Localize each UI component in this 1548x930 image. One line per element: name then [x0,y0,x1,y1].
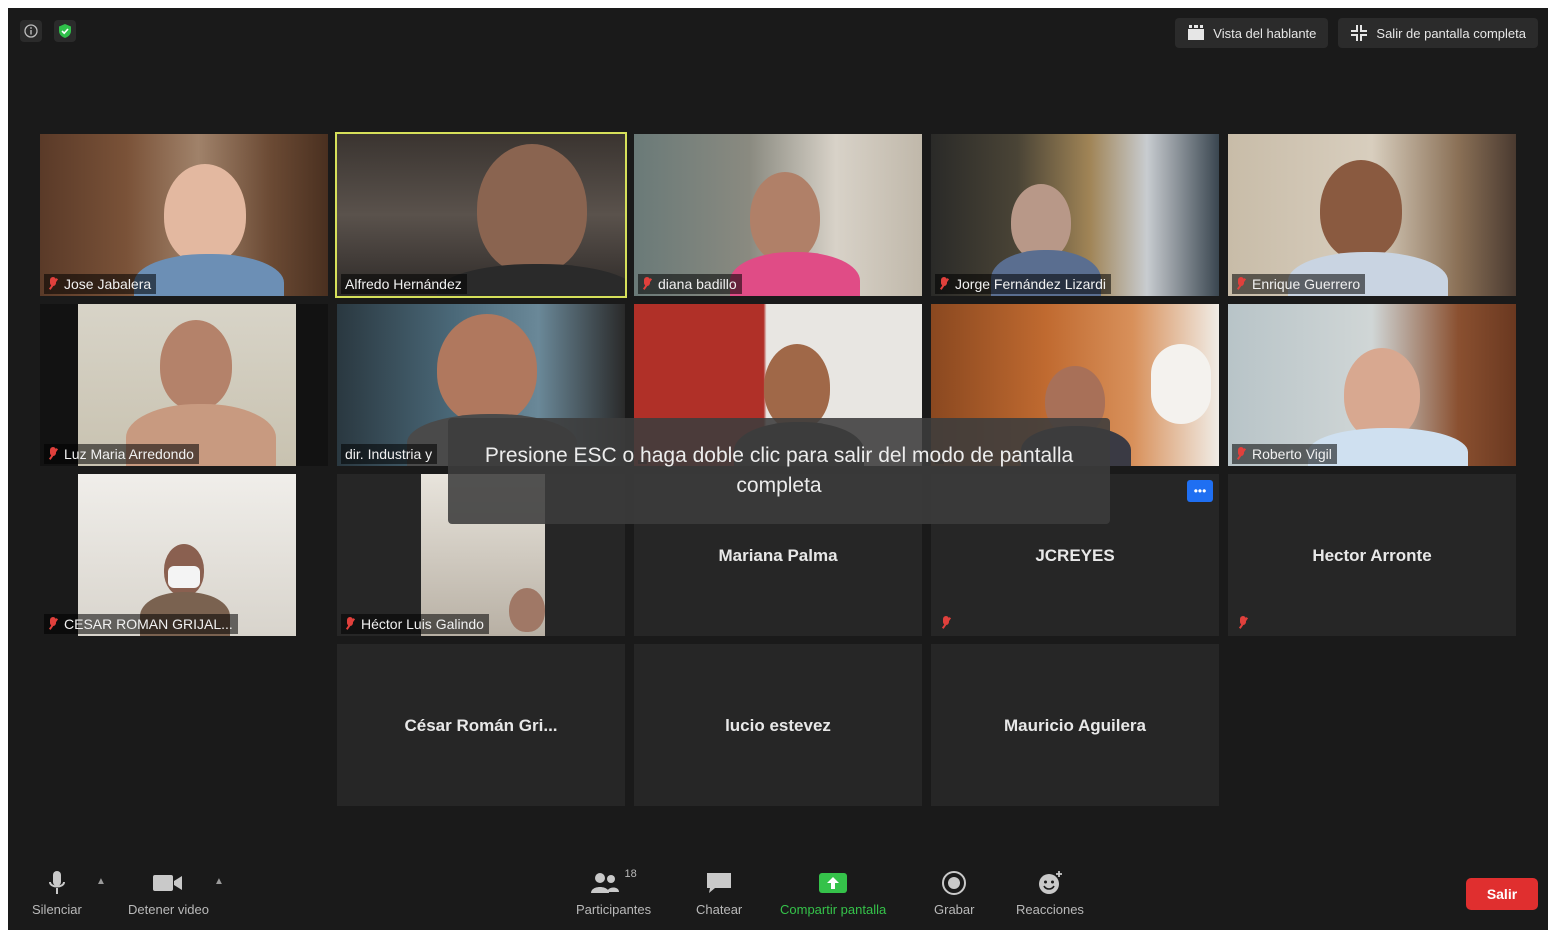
fullscreen-exit-toast: Presione ESC o haga doble clic para sali… [448,418,1110,524]
speaker-view-icon [1188,25,1205,40]
muted-mic-icon [642,277,652,291]
participant-name: Mariana Palma [718,546,838,565]
security-shield-icon[interactable] [54,20,76,42]
video-tile[interactable]: CESAR ROMAN GRIJAL... [40,474,328,636]
participant-name: JCREYES [1035,546,1115,565]
participants-label: Participantes [576,902,652,917]
participant-name: Héctor Luis Galindo [361,616,484,632]
participant-name-label: Jorge Fernández Lizardi [935,274,1111,294]
video-tile[interactable]: Jorge Fernández Lizardi [931,134,1219,296]
chat-button[interactable]: Chatear [696,868,742,917]
exit-fullscreen-button[interactable]: Salir de pantalla completa [1338,18,1538,48]
video-tile[interactable]: Roberto Vigil [1228,304,1516,466]
participant-tile[interactable]: Mauricio Aguilera [931,644,1219,806]
muted-mic-icon [941,616,951,630]
muted-mic-icon [345,617,355,631]
participant-name-label: Jose Jabalera [44,274,157,294]
muted-mic-icon [1236,447,1246,461]
stop-video-button[interactable]: Detener video [128,868,209,917]
muted-mic-icon [48,277,58,291]
video-tile[interactable]: Enrique Guerrero [1228,134,1516,296]
video-tile-active-speaker[interactable]: Alfredo Hernández [335,132,627,298]
participant-name-label: CESAR ROMAN GRIJAL... [44,614,238,634]
meeting-window: Vista del hablante Salir de pantalla com… [8,8,1548,930]
participant-name: Mauricio Aguilera [1003,716,1146,735]
top-right-controls: Vista del hablante Salir de pantalla com… [1175,18,1538,48]
participant-name: diana badillo [658,276,737,292]
speaker-view-label: Vista del hablante [1213,25,1317,41]
participant-name: dir. Industria y [345,446,433,462]
muted-mic-icon [939,277,949,291]
participants-button[interactable]: 18 Participantes [576,868,651,917]
more-options-button[interactable]: ••• [1187,480,1213,502]
video-tile[interactable]: Jose Jabalera [40,134,328,296]
participant-name: Enrique Guerrero [1252,276,1361,292]
audio-options-caret-icon[interactable]: ▲ [96,876,106,887]
participant-name: lucio estevez [725,716,831,735]
top-left-icons [20,20,76,42]
microphone-icon [48,871,65,894]
mute-button[interactable]: Silenciar [32,868,82,917]
muted-mic-icon [1238,616,1248,630]
participant-name: César Román Gri... [404,716,558,735]
participant-name: Jose Jabalera [64,276,152,292]
participant-name-label: Héctor Luis Galindo [341,614,489,634]
chat-bubble-icon [707,873,732,893]
participant-name-label: diana badillo [638,274,742,294]
muted-mic-icon [48,617,58,631]
share-screen-button[interactable]: Compartir pantalla [780,868,886,917]
share-screen-label: Compartir pantalla [780,902,887,917]
leave-label: Salir [1486,886,1518,902]
video-camera-icon [153,875,183,891]
reactions-button[interactable]: Reacciones [1016,868,1084,917]
video-tile[interactable]: diana badillo [634,134,922,296]
muted-mic-icon [48,447,58,461]
reactions-smiley-icon [1038,871,1062,894]
participant-name-label: dir. Industria y [341,444,438,464]
exit-fullscreen-label: Salir de pantalla completa [1376,25,1526,41]
participant-name: Jorge Fernández Lizardi [955,276,1106,292]
record-label: Grabar [934,902,975,917]
participant-name: Alfredo Hernández [345,276,462,292]
stop-video-label: Detener video [128,902,209,917]
video-options-caret-icon[interactable]: ▲ [214,876,224,887]
participant-name: Roberto Vigil [1252,446,1332,462]
video-tile[interactable]: Luz Maria Arredondo [40,304,328,466]
speaker-view-button[interactable]: Vista del hablante [1175,18,1329,48]
face-mask [168,566,200,588]
participant-name-label: Alfredo Hernández [341,274,467,294]
participant-name: CESAR ROMAN GRIJAL... [64,616,233,632]
participants-icon [591,873,620,893]
participant-tile[interactable]: lucio estevez [634,644,922,806]
leave-meeting-button[interactable]: Salir [1466,878,1538,910]
muted-mic-icon [1236,277,1246,291]
info-icon[interactable] [20,20,42,42]
participant-name-label: Roberto Vigil [1232,444,1337,464]
participant-count: 18 [624,868,637,880]
mute-label: Silenciar [32,902,82,917]
record-icon [942,871,967,895]
participant-name-label: Luz Maria Arredondo [44,444,199,464]
participant-name: Luz Maria Arredondo [64,446,194,462]
toast-text: Presione ESC o haga doble clic para sali… [484,444,1074,497]
share-screen-icon [819,873,848,893]
exit-fullscreen-icon [1351,25,1368,41]
record-button[interactable]: Grabar [934,868,974,917]
reactions-label: Reacciones [1016,902,1084,917]
chat-label: Chatear [696,902,743,917]
participant-tile[interactable]: César Román Gri... [337,644,625,806]
meeting-toolbar: Silenciar ▲ Detener video ▲ 18 Participa… [8,860,1548,930]
participant-tile[interactable]: Hector Arronte [1228,474,1516,636]
participant-name: Hector Arronte [1312,546,1432,565]
participant-name-label: Enrique Guerrero [1232,274,1366,294]
